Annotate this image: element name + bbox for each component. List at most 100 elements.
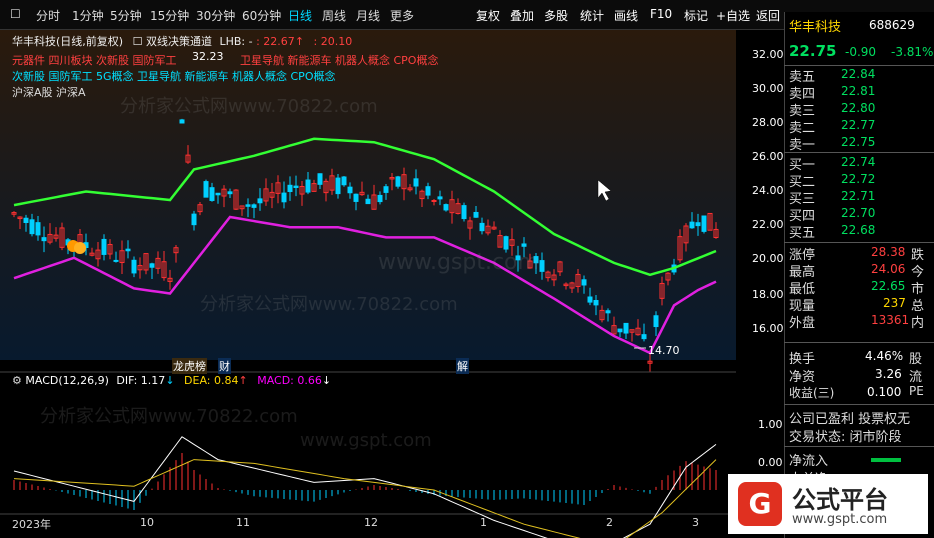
candle-body bbox=[605, 310, 611, 314]
price-tick: 26.00 bbox=[752, 150, 784, 163]
candle-body bbox=[521, 243, 527, 247]
candle-body bbox=[101, 238, 107, 255]
price-tick: 28.00 bbox=[752, 116, 784, 129]
x-axis-label: 2 bbox=[606, 516, 613, 529]
period-tab-1min[interactable]: 1分钟 bbox=[72, 7, 104, 24]
quote-panel: 华丰科技 688629 22.75 -0.90 -3.81% 卖五 22.84 … bbox=[784, 12, 934, 538]
brand-overlay: G 公式平台 www.gspt.com bbox=[728, 474, 928, 534]
candle-body bbox=[41, 237, 47, 242]
watermark: 分析家公式网www.70822.com bbox=[120, 96, 378, 117]
divider bbox=[784, 446, 934, 447]
candle-body bbox=[473, 211, 479, 218]
candle-body bbox=[287, 184, 293, 193]
price-tick: 30.00 bbox=[752, 82, 784, 95]
brand-url: www.gspt.com bbox=[792, 512, 888, 527]
candle-body bbox=[689, 221, 695, 229]
event-marker-unlock[interactable]: 解 bbox=[456, 358, 469, 374]
market-tags: 沪深A股 沪深A bbox=[12, 86, 86, 99]
mark-button[interactable]: 标记 bbox=[684, 7, 708, 24]
candle-body bbox=[35, 222, 41, 236]
channel-lower-value: : 20.10 bbox=[313, 35, 353, 48]
candle-body bbox=[113, 259, 119, 262]
candle-body bbox=[623, 322, 629, 334]
candle-body bbox=[395, 176, 401, 187]
net-inflow-bar bbox=[871, 458, 901, 462]
price-tick: 22.00 bbox=[752, 218, 784, 231]
ask-price: 22.84 bbox=[841, 67, 876, 81]
event-marker-lhb[interactable]: 龙虎榜 bbox=[172, 358, 207, 374]
ask-label: 卖一 bbox=[789, 138, 816, 153]
coin-icon bbox=[74, 242, 86, 254]
macd-value: MACD: 0.66 bbox=[257, 374, 322, 387]
price-change-pct: -3.81% bbox=[891, 45, 934, 59]
watermark: 分析家公式网www.70822.com bbox=[40, 406, 298, 427]
candle-body bbox=[305, 179, 311, 193]
lhb-dash: - bbox=[248, 35, 253, 48]
price-tick: 24.00 bbox=[752, 184, 784, 197]
candle-body bbox=[125, 248, 131, 252]
high-price-label: 32.23 bbox=[192, 50, 224, 63]
price-change: -0.90 bbox=[845, 45, 877, 59]
draw-line-button[interactable]: 画线 bbox=[614, 7, 638, 24]
period-tab-monthly[interactable]: 月线 bbox=[356, 7, 380, 24]
period-tab-daily[interactable]: 日线 bbox=[288, 7, 312, 24]
candle-body bbox=[191, 213, 197, 226]
checkbox-icon[interactable]: ☐ bbox=[10, 7, 21, 21]
restore-rights-button[interactable]: 复权 bbox=[476, 7, 500, 24]
stat-right-label: 股 bbox=[909, 352, 923, 367]
indicator-name: 双线决策通道 bbox=[145, 35, 212, 48]
settings-icon[interactable]: ⚙ bbox=[12, 374, 22, 387]
candle-body bbox=[347, 186, 353, 194]
candle-body bbox=[245, 204, 251, 207]
candle-body bbox=[425, 186, 431, 196]
candle-body bbox=[581, 279, 587, 286]
add-favorite-button[interactable]: +自选 bbox=[716, 7, 750, 24]
period-tab-15min[interactable]: 15分钟 bbox=[150, 7, 189, 24]
period-tab-more[interactable]: 更多 bbox=[390, 7, 414, 24]
overlay-button[interactable]: 叠加 bbox=[510, 7, 534, 24]
watermark: 分析家公式网www.70822.com bbox=[200, 294, 458, 315]
candle-body bbox=[413, 178, 419, 187]
divider bbox=[784, 342, 934, 343]
candle-body bbox=[29, 219, 35, 235]
divider bbox=[784, 152, 934, 153]
candle-body bbox=[341, 176, 347, 186]
stat-label: 外盘 bbox=[789, 316, 816, 331]
low-price-label: 14.70 bbox=[648, 344, 680, 357]
stock-code: 688629 bbox=[869, 18, 915, 32]
candle-body bbox=[701, 215, 707, 232]
period-tab-fenshi[interactable]: 分时 bbox=[36, 7, 60, 24]
candle-body bbox=[317, 173, 323, 185]
ask-price: 22.77 bbox=[841, 118, 876, 132]
period-tab-5min[interactable]: 5分钟 bbox=[110, 7, 142, 24]
period-tab-weekly[interactable]: 周线 bbox=[322, 7, 346, 24]
candle-body bbox=[479, 222, 485, 232]
candle-body bbox=[203, 181, 209, 198]
f10-button[interactable]: F10 bbox=[650, 7, 672, 21]
dif-value: DIF: 1.17 bbox=[116, 374, 166, 387]
last-price: 22.75 bbox=[789, 42, 837, 60]
candle-body bbox=[149, 263, 155, 268]
candle-body bbox=[209, 187, 215, 201]
statistics-button[interactable]: 统计 bbox=[580, 7, 604, 24]
back-button[interactable]: 返回 bbox=[756, 7, 780, 24]
stat-value: 3.26 bbox=[875, 367, 902, 381]
x-axis-label: 12 bbox=[364, 516, 378, 529]
event-marker-finance[interactable]: 财 bbox=[218, 358, 231, 374]
candle-body bbox=[215, 192, 221, 196]
multi-stock-button[interactable]: 多股 bbox=[544, 7, 568, 24]
stat-value: 4.46% bbox=[865, 349, 904, 363]
candle-body bbox=[617, 328, 623, 333]
kline-chart[interactable] bbox=[0, 30, 784, 538]
x-axis-label: 11 bbox=[236, 516, 250, 529]
checkbox-icon[interactable]: ☐ bbox=[133, 35, 143, 48]
stock-name: 华丰科技 bbox=[789, 20, 842, 35]
period-tab-60min[interactable]: 60分钟 bbox=[242, 7, 281, 24]
stat-right-label: PE bbox=[909, 384, 924, 398]
candle-body bbox=[431, 200, 437, 203]
ask-price: 22.75 bbox=[841, 135, 876, 149]
period-tab-30min[interactable]: 30分钟 bbox=[196, 7, 235, 24]
candle-body bbox=[383, 186, 389, 193]
ask-price: 22.81 bbox=[841, 84, 876, 98]
price-tick: 16.00 bbox=[752, 322, 784, 335]
